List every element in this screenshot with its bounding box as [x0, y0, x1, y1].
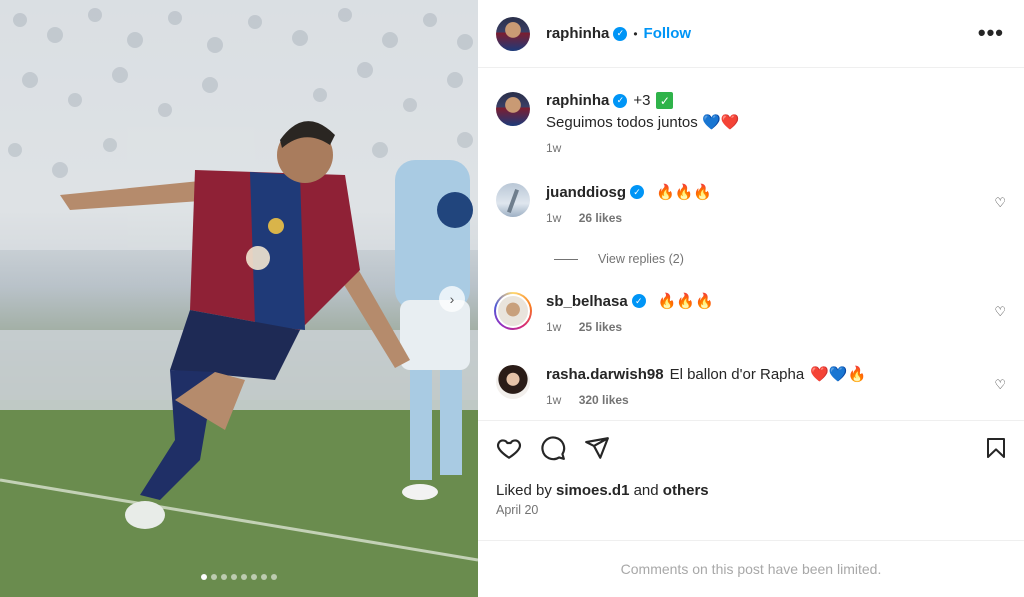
- comment-text: El ballon d'or Rapha: [669, 365, 805, 383]
- author-username[interactable]: raphinha: [546, 25, 609, 42]
- action-bar: [478, 420, 1024, 480]
- comment-time: 1w: [546, 393, 562, 407]
- carousel-dot: [241, 574, 247, 580]
- carousel-next-button[interactable]: ›: [439, 286, 465, 312]
- verified-badge-icon: ✓: [613, 93, 628, 108]
- bookmark-icon[interactable]: [984, 435, 1008, 466]
- check-mark-emoji: ✓: [656, 92, 674, 109]
- comment-meta: 1w 26 likes: [546, 211, 712, 225]
- caption-text: Seguimos todos juntos 💙❤️: [546, 113, 739, 131]
- commenter-avatar[interactable]: [496, 183, 530, 217]
- comment-likes[interactable]: 25 likes: [579, 320, 622, 334]
- verified-badge-icon: ✓: [631, 294, 646, 308]
- caption-username[interactable]: raphinha: [546, 92, 609, 109]
- carousel-dot: [271, 574, 277, 580]
- comment-time: 1w: [546, 211, 562, 225]
- liked-by-and: and: [629, 482, 663, 499]
- separator-dot: •: [633, 26, 638, 41]
- caption-avatar[interactable]: [496, 92, 530, 126]
- commenter-username[interactable]: sb_belhasa: [546, 293, 628, 310]
- liked-by-user[interactable]: simoes.d1: [556, 482, 629, 499]
- comment-likes[interactable]: 26 likes: [579, 211, 622, 225]
- author-avatar[interactable]: [496, 16, 530, 51]
- caption-text-body: Seguimos todos juntos: [546, 114, 698, 131]
- share-icon[interactable]: [584, 435, 610, 466]
- carousel-dot: [201, 574, 207, 580]
- more-options-icon[interactable]: •••: [978, 22, 1004, 44]
- carousel-dot: [251, 574, 257, 580]
- player-celebration-image: [0, 0, 478, 597]
- caption-time: 1w: [546, 141, 562, 155]
- view-replies-label: View replies (2): [598, 252, 684, 266]
- carousel-dot: [231, 574, 237, 580]
- comment-emoji: ❤️💙🔥: [810, 365, 867, 383]
- post-photo[interactable]: ›: [0, 0, 478, 597]
- comment-emoji: 🔥🔥🔥: [656, 183, 713, 201]
- comments-limited-notice: Comments on this post have been limited.: [478, 540, 1024, 597]
- heart-outline-icon[interactable]: ♡: [994, 304, 1006, 320]
- heart-icon[interactable]: [496, 435, 522, 466]
- comment-emoji: 🔥🔥🔥: [657, 292, 714, 310]
- post-sidebar: raphinha ✓ • Follow ••• raphinha ✓ +3 ✓ …: [478, 0, 1024, 597]
- follow-button[interactable]: Follow: [644, 25, 692, 42]
- comment-icon[interactable]: [540, 435, 566, 466]
- comment-likes[interactable]: 320 likes: [579, 393, 629, 407]
- liked-by-others[interactable]: others: [663, 482, 709, 499]
- liked-by-text: Liked by simoes.d1 and others: [496, 482, 709, 499]
- comment-meta: 1w 25 likes: [546, 320, 714, 334]
- liked-by-prefix: Liked by: [496, 482, 557, 499]
- comment-item: rasha.darwish98 El ballon d'or Rapha ❤️💙…: [496, 365, 1006, 407]
- comment-item: sb_belhasa ✓ 🔥🔥🔥 1w 25 likes ♡: [494, 292, 1006, 334]
- commenter-avatar[interactable]: [496, 365, 530, 399]
- view-replies-button[interactable]: View replies (2): [554, 252, 684, 266]
- commenter-avatar-story-ring[interactable]: [494, 292, 532, 330]
- commenter-username[interactable]: juanddiosg: [546, 184, 626, 201]
- heart-outline-icon[interactable]: ♡: [994, 377, 1006, 393]
- commenter-username[interactable]: rasha.darwish98: [546, 366, 664, 383]
- verified-badge-icon: ✓: [630, 185, 644, 199]
- carousel-dot: [211, 574, 217, 580]
- caption-hearts-emoji: 💙❤️: [701, 113, 740, 131]
- verified-badge-icon: ✓: [613, 26, 628, 41]
- post-header: raphinha ✓ • Follow •••: [478, 0, 1024, 68]
- carousel-dot: [261, 574, 267, 580]
- comment-meta: 1w 320 likes: [546, 393, 866, 407]
- comment-item: juanddiosg ✓ 🔥🔥🔥 1w 26 likes ♡: [496, 183, 1006, 225]
- comment-time: 1w: [546, 320, 562, 334]
- carousel-dots: [0, 574, 478, 580]
- replies-line: [554, 258, 578, 260]
- heart-outline-icon[interactable]: ♡: [994, 195, 1006, 211]
- caption-extra: +3: [633, 92, 651, 109]
- post-caption: raphinha ✓ +3 ✓ Seguimos todos juntos 💙❤…: [496, 92, 996, 155]
- carousel-dot: [221, 574, 227, 580]
- post-date[interactable]: April 20: [496, 503, 538, 517]
